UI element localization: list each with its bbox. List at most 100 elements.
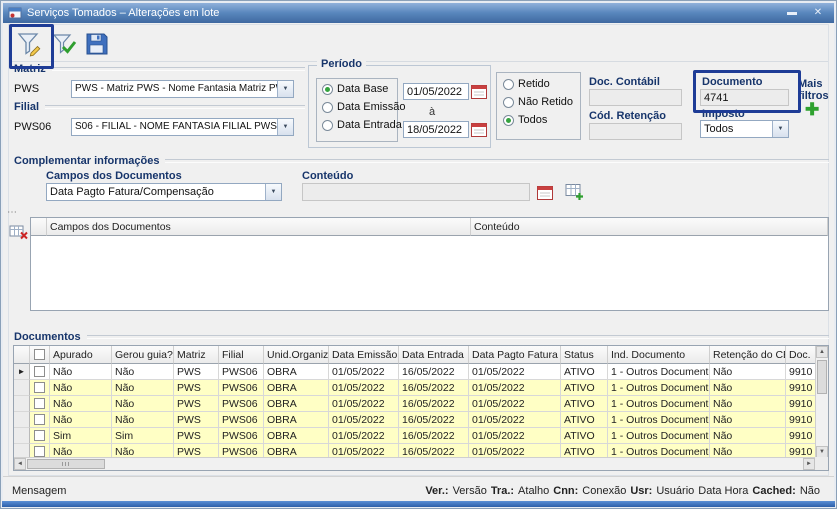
table-cell[interactable]: Não <box>710 364 786 380</box>
title-bar[interactable]: Serviços Tomados – Alterações em lote ▬ … <box>3 3 834 23</box>
row-checkbox-cell[interactable] <box>30 396 50 412</box>
table-cell[interactable]: PWS <box>174 428 219 444</box>
table-cell[interactable]: 01/05/2022 <box>329 364 399 380</box>
table-cell[interactable]: 01/05/2022 <box>469 412 561 428</box>
column-header-apurado[interactable]: Apurado <box>50 346 112 364</box>
table-cell[interactable]: PWS <box>174 364 219 380</box>
table-cell[interactable]: ATIVO <box>561 428 608 444</box>
table-cell[interactable]: Não <box>710 412 786 428</box>
column-header-data-pagto[interactable]: Data Pagto Fatura <box>469 346 561 364</box>
table-cell[interactable]: 16/05/2022 <box>399 380 469 396</box>
delete-row-button[interactable] <box>9 223 29 246</box>
chevron-down-icon[interactable]: ▼ <box>772 121 788 137</box>
table-cell[interactable]: PWS06 <box>219 412 264 428</box>
row-checkbox-cell[interactable] <box>30 428 50 444</box>
table-cell[interactable]: Não <box>112 396 174 412</box>
table-cell[interactable]: Não <box>50 380 112 396</box>
table-cell[interactable]: 16/05/2022 <box>399 412 469 428</box>
chevron-down-icon[interactable]: ▼ <box>265 184 281 200</box>
close-button[interactable]: ✕ <box>808 6 828 20</box>
table-cell[interactable]: 01/05/2022 <box>469 396 561 412</box>
table-cell[interactable]: 1 - Outros Documentos <box>608 428 710 444</box>
complementar-grid[interactable]: Campos dos Documentos Conteúdo <box>30 217 829 311</box>
column-header-retencao-ce[interactable]: Retenção do CE <box>710 346 786 364</box>
splitter-handle-icon[interactable]: ⋯ <box>7 207 18 218</box>
table-cell[interactable]: 01/05/2022 <box>329 428 399 444</box>
column-header-ind-documento[interactable]: Ind. Documento <box>608 346 710 364</box>
select-all-checkbox[interactable] <box>34 349 45 360</box>
row-checkbox-cell[interactable] <box>30 364 50 380</box>
chevron-down-icon[interactable]: ▼ <box>277 119 293 135</box>
horizontal-scroll-thumb[interactable] <box>27 459 105 469</box>
row-checkbox-cell[interactable] <box>30 380 50 396</box>
table-row[interactable]: NãoNãoPWSPWS06OBRA01/05/202216/05/202201… <box>14 380 828 396</box>
table-cell[interactable]: 01/05/2022 <box>329 380 399 396</box>
table-cell[interactable]: 16/05/2022 <box>399 428 469 444</box>
documento-field[interactable]: 4741 <box>700 89 789 106</box>
filial-combobox[interactable]: S06 - FILIAL - NOME FANTASIA FILIAL PWS0… <box>71 118 294 136</box>
calendar-icon[interactable] <box>471 84 487 104</box>
row-checkbox[interactable] <box>34 382 45 393</box>
table-cell[interactable]: Não <box>112 380 174 396</box>
table-cell[interactable]: 1 - Outros Documentos <box>608 364 710 380</box>
table-cell[interactable]: Não <box>710 396 786 412</box>
row-checkbox[interactable] <box>34 414 45 425</box>
row-checkbox[interactable] <box>34 398 45 409</box>
column-header-data-emissao[interactable]: Data Emissão <box>329 346 399 364</box>
scroll-right-icon[interactable]: ► <box>803 458 815 470</box>
scroll-up-icon[interactable]: ▲ <box>816 346 828 358</box>
column-header-conteudo[interactable]: Conteúdo <box>471 218 828 236</box>
table-cell[interactable]: 01/05/2022 <box>329 412 399 428</box>
table-cell[interactable]: 1 - Outros Documentos <box>608 396 710 412</box>
radio-data-entrada[interactable]: Data Entrada <box>322 119 402 131</box>
cod-retencao-field[interactable] <box>589 123 682 140</box>
table-cell[interactable]: Sim <box>50 428 112 444</box>
row-checkbox[interactable] <box>34 446 45 457</box>
column-header-campos[interactable]: Campos dos Documentos <box>47 218 471 236</box>
table-cell[interactable]: PWS <box>174 396 219 412</box>
table-cell[interactable]: OBRA <box>264 396 329 412</box>
documentos-grid[interactable]: Apurado Gerou guia? Matriz Filial Unid.O… <box>13 345 829 471</box>
table-cell[interactable]: Não <box>50 364 112 380</box>
row-checkbox-cell[interactable] <box>30 412 50 428</box>
column-header-status[interactable]: Status <box>561 346 608 364</box>
complementar-grid-body[interactable] <box>31 236 828 311</box>
table-cell[interactable]: Não <box>710 428 786 444</box>
column-header-filial[interactable]: Filial <box>219 346 264 364</box>
table-cell[interactable]: Não <box>710 380 786 396</box>
table-cell[interactable]: ATIVO <box>561 396 608 412</box>
doc-contabil-field[interactable] <box>589 89 682 106</box>
table-cell[interactable]: ATIVO <box>561 380 608 396</box>
scroll-left-icon[interactable]: ◄ <box>14 458 26 470</box>
table-cell[interactable]: PWS06 <box>219 380 264 396</box>
table-cell[interactable]: OBRA <box>264 364 329 380</box>
apply-filter-button[interactable] <box>51 31 77 57</box>
row-checkbox[interactable] <box>34 430 45 441</box>
table-cell[interactable]: Não <box>112 412 174 428</box>
radio-data-base[interactable]: Data Base <box>322 83 388 95</box>
add-to-grid-icon[interactable] <box>565 182 584 206</box>
table-cell[interactable]: PWS06 <box>219 364 264 380</box>
table-cell[interactable]: 01/05/2022 <box>469 428 561 444</box>
table-cell[interactable]: PWS <box>174 412 219 428</box>
table-cell[interactable]: 01/05/2022 <box>469 364 561 380</box>
radio-data-emissao[interactable]: Data Emissão <box>322 101 405 113</box>
horizontal-scrollbar[interactable]: ◄ ► <box>14 457 815 470</box>
minimize-button[interactable]: ▬ <box>782 6 802 20</box>
table-cell[interactable]: 01/05/2022 <box>329 396 399 412</box>
table-cell[interactable]: OBRA <box>264 412 329 428</box>
table-cell[interactable]: 1 - Outros Documentos <box>608 412 710 428</box>
table-cell[interactable]: 16/05/2022 <box>399 396 469 412</box>
select-all-cell[interactable] <box>30 346 50 364</box>
table-cell[interactable]: ATIVO <box>561 412 608 428</box>
column-header-data-entrada[interactable]: Data Entrada <box>399 346 469 364</box>
table-cell[interactable]: Não <box>50 412 112 428</box>
radio-todos[interactable]: Todos <box>503 114 547 126</box>
table-row[interactable]: SimSimPWSPWS06OBRA01/05/202216/05/202201… <box>14 428 828 444</box>
calendar-icon[interactable] <box>471 122 487 142</box>
vertical-scrollbar[interactable]: ▲ ▼ <box>815 346 828 458</box>
table-cell[interactable]: OBRA <box>264 428 329 444</box>
row-checkbox[interactable] <box>34 366 45 377</box>
table-cell[interactable]: PWS <box>174 380 219 396</box>
conteudo-field[interactable] <box>302 183 530 201</box>
